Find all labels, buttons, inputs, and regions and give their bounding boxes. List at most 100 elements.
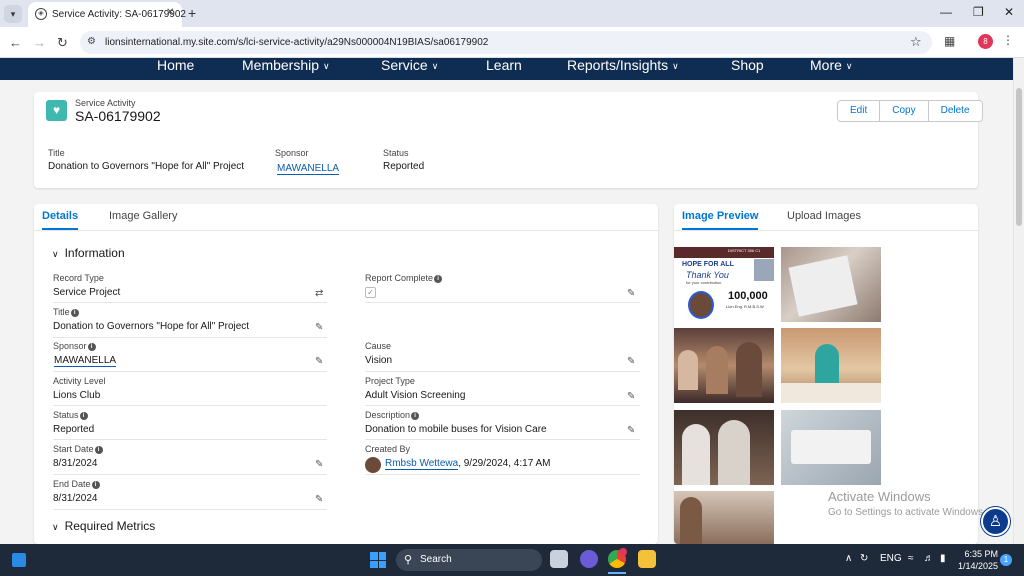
info-icon[interactable]: i <box>87 343 96 351</box>
info-icon[interactable]: i <box>79 412 88 420</box>
browser-menu-icon[interactable]: ⋮ <box>1002 33 1014 47</box>
edit-pencil-icon[interactable]: ✎ <box>627 356 635 367</box>
nav-reports-insights[interactable]: Reports/Insights ∨ <box>567 58 679 80</box>
field-value-sponsor-link[interactable]: MAWANELLA <box>54 355 117 367</box>
field-value-activity-level: Lions Club <box>53 390 101 401</box>
browser-tab-bar: ▾ ◈ Service Activity: SA-06179902 ✕ + — … <box>0 0 1024 27</box>
highlight-title-value: Donation to Governors "Hope for All" Pro… <box>48 161 245 172</box>
poster-heading: HOPE FOR ALL <box>682 261 734 268</box>
file-explorer-icon[interactable] <box>638 550 656 568</box>
nav-service[interactable]: Service ∨ <box>381 58 438 80</box>
restore-icon[interactable]: ❐ <box>973 5 984 19</box>
volume-icon[interactable]: ♬ <box>924 553 934 564</box>
bookmark-star-icon[interactable]: ☆ <box>910 34 922 50</box>
back-icon[interactable]: ← <box>9 35 22 50</box>
taskbar-search[interactable]: ⚲ Search <box>396 549 542 571</box>
close-window-icon[interactable]: ✕ <box>1004 5 1014 19</box>
delete-button[interactable]: Delete <box>928 101 982 121</box>
info-icon[interactable]: i <box>434 275 443 283</box>
record-actions: Edit Copy Delete <box>837 100 983 122</box>
nav-learn-label: Learn <box>486 57 522 73</box>
nav-more[interactable]: More ∨ <box>810 58 853 80</box>
nav-home[interactable]: Home <box>157 58 194 80</box>
nav-learn[interactable]: Learn <box>486 58 522 80</box>
created-by-user-link[interactable]: Rmbsb Wettewa <box>385 458 459 470</box>
tab-search-dropdown-icon[interactable]: ▾ <box>4 5 22 23</box>
photo-person <box>736 342 762 397</box>
new-tab-icon[interactable]: + <box>188 5 196 21</box>
minimize-icon[interactable]: — <box>940 5 952 19</box>
windows-start-icon[interactable] <box>370 552 386 568</box>
url-text[interactable]: lionsinternational.my.site.com/s/lci-ser… <box>105 37 488 48</box>
edit-pencil-icon[interactable]: ✎ <box>315 459 323 470</box>
field-divider <box>53 405 327 406</box>
section-information[interactable]: ∨ Information <box>52 246 125 260</box>
nav-membership[interactable]: Membership ∨ <box>242 58 330 80</box>
gallery-image[interactable] <box>781 328 881 403</box>
field-value-title: Donation to Governors "Hope for All" Pro… <box>53 321 250 332</box>
copy-button[interactable]: Copy <box>880 101 929 121</box>
edit-pencil-icon[interactable]: ✎ <box>627 425 635 436</box>
site-favicon-icon: ◈ <box>35 8 47 20</box>
forward-icon[interactable]: → <box>33 35 46 50</box>
tab-upload-images[interactable]: Upload Images <box>787 210 861 222</box>
field-divider <box>365 405 640 406</box>
highlight-sponsor-link[interactable]: MAWANELLA <box>277 163 340 175</box>
chevron-down-icon: ∨ <box>323 61 330 71</box>
info-icon[interactable]: i <box>70 309 79 317</box>
field-label-sponsor: Sponsor i <box>53 341 96 351</box>
gallery-image[interactable] <box>674 410 774 485</box>
language-indicator[interactable]: ENG <box>880 553 902 564</box>
reload-icon[interactable]: ↻ <box>57 35 68 51</box>
nav-shop-label: Shop <box>731 57 764 73</box>
gallery-image[interactable]: DISTRICT 306 C1 HOPE FOR ALL Thank You f… <box>674 247 774 322</box>
close-tab-icon[interactable]: ✕ <box>166 7 174 18</box>
system-clock[interactable]: 6:35 PM 1/14/2025 <box>958 548 998 572</box>
field-label-report-complete: Report Complete i <box>365 273 443 283</box>
edit-pencil-icon[interactable]: ✎ <box>315 494 323 505</box>
scrollbar-thumb[interactable] <box>1016 88 1022 226</box>
info-icon[interactable]: i <box>411 412 420 420</box>
edit-pencil-icon[interactable]: ✎ <box>627 391 635 402</box>
tab-image-preview[interactable]: Image Preview <box>682 210 759 230</box>
wifi-icon[interactable]: ≈ <box>908 553 914 564</box>
tray-overflow-icon[interactable]: ∧ <box>845 553 852 564</box>
profile-avatar[interactable]: 8 <box>978 34 993 49</box>
chevron-down-icon: ∨ <box>431 61 439 71</box>
accessibility-icon[interactable]: ♙ <box>981 507 1010 536</box>
teams-icon[interactable] <box>580 550 598 568</box>
gallery-image[interactable] <box>674 328 774 403</box>
report-complete-checkbox[interactable]: ✓ <box>365 287 376 298</box>
site-info-icon[interactable]: ⚙ <box>87 36 96 47</box>
widgets-icon[interactable] <box>12 553 26 567</box>
edit-pencil-icon[interactable]: ✎ <box>627 288 635 299</box>
notifications-badge[interactable]: 1 <box>1000 554 1012 566</box>
browser-tab-active[interactable]: ◈ Service Activity: SA-06179902 ✕ <box>28 2 186 27</box>
edit-pencil-icon[interactable]: ✎ <box>315 322 323 333</box>
field-divider <box>365 439 640 440</box>
sync-icon[interactable]: ↻ <box>860 553 868 564</box>
gallery-image[interactable] <box>781 247 881 322</box>
info-icon[interactable]: i <box>91 481 100 489</box>
page-scrollbar[interactable] <box>1013 58 1024 544</box>
gallery-image[interactable] <box>781 410 881 485</box>
nav-shop[interactable]: Shop <box>731 58 764 80</box>
tab-image-gallery[interactable]: Image Gallery <box>109 210 177 222</box>
field-value-record-type: Service Project <box>53 287 121 298</box>
extensions-icon[interactable]: ▦ <box>944 34 955 48</box>
field-value-project-type: Adult Vision Screening <box>365 390 466 401</box>
gallery-image[interactable] <box>674 491 774 544</box>
task-view-icon[interactable] <box>550 550 568 568</box>
change-record-type-icon[interactable]: ⇄ <box>315 288 323 299</box>
poster-thanks: Thank You <box>686 270 729 280</box>
address-toolbar: ← → ↻ ⚙ lionsinternational.my.site.com/s… <box>0 27 1024 58</box>
field-label-report-complete-text: Report Complete <box>365 273 434 283</box>
battery-icon[interactable]: ▮ <box>940 553 946 564</box>
address-bar[interactable]: ⚙ lionsinternational.my.site.com/s/lci-s… <box>80 31 932 54</box>
field-label-title-text: Title <box>53 307 70 317</box>
section-required-metrics[interactable]: ∨ Required Metrics <box>52 519 155 533</box>
info-icon[interactable]: i <box>94 446 103 454</box>
edit-button[interactable]: Edit <box>838 101 881 121</box>
edit-pencil-icon[interactable]: ✎ <box>315 356 323 367</box>
tab-details[interactable]: Details <box>42 210 79 230</box>
